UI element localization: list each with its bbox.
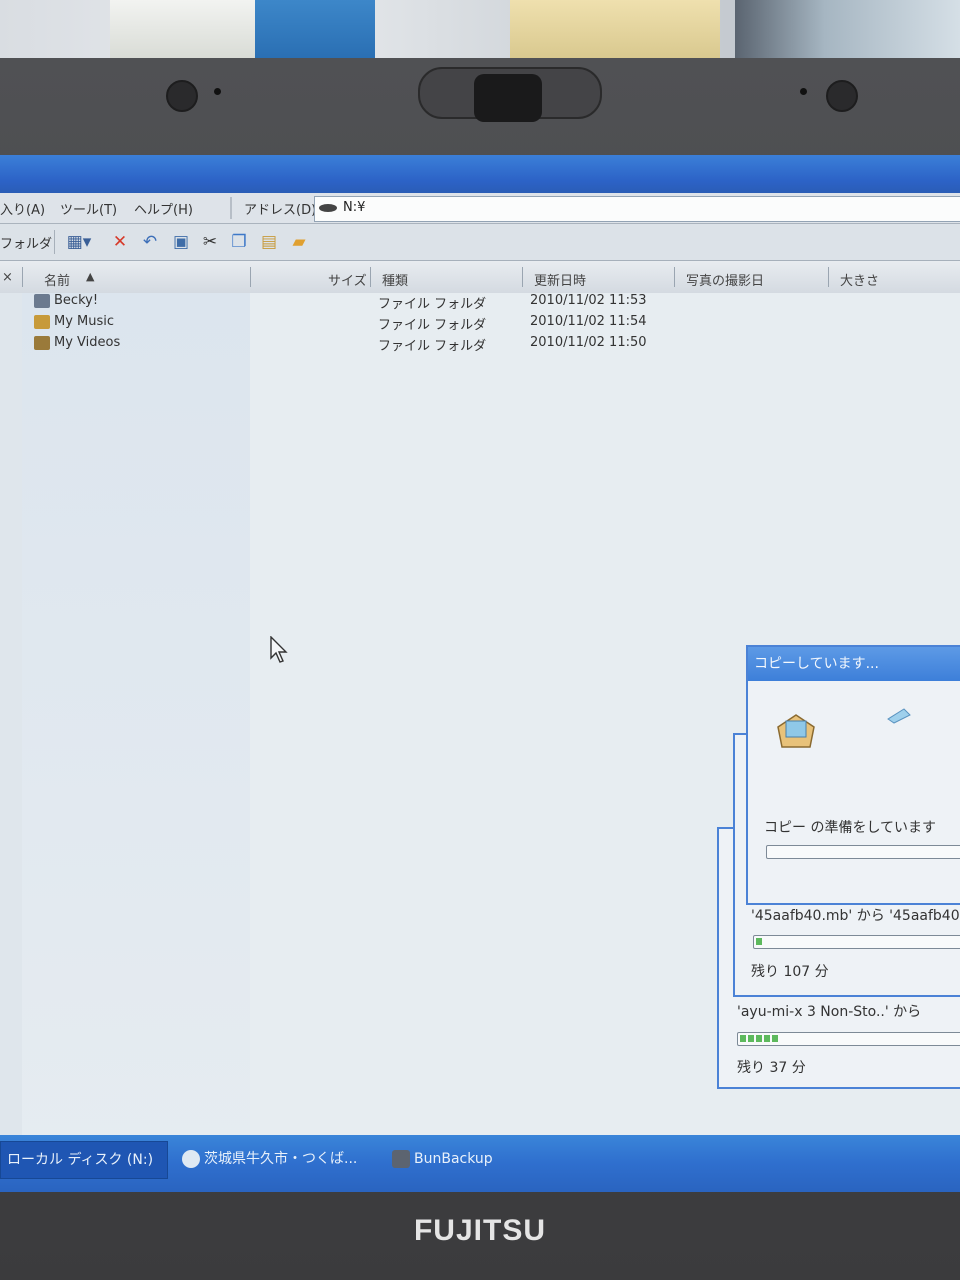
paste-icon[interactable]: ▤: [259, 232, 279, 252]
column-modified[interactable]: 更新日時: [534, 270, 586, 289]
properties-icon[interactable]: ▣: [171, 232, 191, 252]
sort-ascending-icon: ▲: [86, 270, 95, 283]
column-name[interactable]: 名前: [44, 270, 70, 289]
column-photo-date[interactable]: 写真の撮影日: [686, 270, 764, 289]
menu-favorites[interactable]: 入り(A): [0, 199, 45, 218]
file-name: My Videos: [54, 335, 121, 350]
address-value: N:¥: [343, 200, 366, 215]
folder-icon[interactable]: ▰: [289, 232, 309, 252]
webcam: [474, 74, 542, 122]
copy-dialog[interactable]: コピーしています... コピー の準備をしています: [746, 645, 960, 905]
dialog-title: コピーしています...: [748, 647, 960, 681]
background-scene: [0, 0, 960, 60]
bezel-sensor: [826, 80, 858, 112]
column-headers: × 名前 ▲ サイズ 種類 更新日時 写真の撮影日 大きさ: [0, 261, 960, 294]
progress-segment: [756, 938, 762, 945]
folder-icon: [777, 714, 815, 748]
background-books: [735, 0, 960, 58]
background-box: [510, 0, 720, 58]
copy-icon[interactable]: ❐: [229, 232, 249, 252]
file-type: ファイル フォルダ: [378, 297, 487, 312]
column-divider: [522, 267, 523, 287]
list-item[interactable]: My Videos ファイル フォルダ 2010/11/02 11:50: [0, 334, 960, 354]
toolbar: フォルダ ▦▾ ✕ ↶ ▣ ✂ ❐ ▤ ▰: [0, 224, 960, 261]
file-name: My Music: [54, 314, 115, 329]
file-type: ファイル フォルダ: [378, 318, 487, 333]
screen: 入り(A) ツール(T) ヘルプ(H) アドレス(D) N:¥ フォルダ ▦▾ …: [0, 155, 960, 1192]
column-dimensions[interactable]: 大きさ: [840, 270, 879, 289]
flying-document-icon: [887, 708, 911, 724]
file-type: ファイル フォルダ: [378, 339, 487, 354]
toolbar-divider: [54, 230, 55, 254]
cut-icon[interactable]: ✂: [200, 232, 220, 252]
taskbar-item-label: ローカル ディスク (N:): [7, 1152, 154, 1168]
progress-segment: [764, 1035, 770, 1042]
column-size[interactable]: サイズ: [328, 270, 367, 289]
file-modified: 2010/11/02 11:50: [530, 335, 647, 350]
background-box: [110, 0, 260, 58]
column-divider: [828, 267, 829, 287]
taskbar-item-explorer[interactable]: ローカル ディスク (N:): [0, 1141, 168, 1179]
window-titlebar[interactable]: [0, 155, 960, 193]
copy-status: コピー の準備をしています: [764, 820, 937, 836]
column-divider: [370, 267, 371, 287]
copy-file-text: 'ayu-mi-x 3 Non-Sto..' から: [737, 1004, 922, 1020]
taskbar-item-browser[interactable]: 茨城県牛久市・つくば...: [176, 1141, 372, 1177]
remaining-time: 残り 107 分: [751, 964, 829, 980]
browser-icon: [182, 1150, 200, 1168]
progress-segment: [756, 1035, 762, 1042]
column-divider: [22, 267, 23, 287]
copy-progress-bar: [753, 935, 960, 949]
copy-progress-bar: [737, 1032, 960, 1046]
column-type[interactable]: 種類: [382, 270, 408, 289]
copy-file-text: '45aafb40.mb' から '45aafb40.mb': [751, 908, 960, 924]
close-pane-icon[interactable]: ×: [2, 270, 13, 285]
file-name: Becky!: [54, 293, 99, 308]
views-icon[interactable]: ▦▾: [66, 232, 92, 252]
column-divider: [674, 267, 675, 287]
backup-app-icon: [392, 1150, 410, 1168]
copy-progress-bar: [766, 845, 960, 859]
file-modified: 2010/11/02 11:53: [530, 293, 647, 308]
brand-logo: FUJITSU: [413, 1214, 546, 1247]
name-column-highlight: [22, 293, 250, 1192]
taskbar: ローカル ディスク (N:) 茨城県牛久市・つくば... BunBackup: [0, 1135, 960, 1192]
mouse-cursor-icon: [270, 636, 288, 663]
progress-segment: [740, 1035, 746, 1042]
column-divider: [250, 267, 251, 287]
taskbar-item-label: 茨城県牛久市・つくば...: [204, 1151, 358, 1167]
bezel-dot: [214, 88, 221, 95]
becky-folder-icon: [34, 294, 50, 308]
progress-segment: [772, 1035, 778, 1042]
menu-tools[interactable]: ツール(T): [60, 199, 117, 218]
music-folder-icon: [34, 315, 50, 329]
list-item[interactable]: My Music ファイル フォルダ 2010/11/02 11:54: [0, 313, 960, 333]
address-field[interactable]: N:¥: [314, 196, 960, 222]
menu-help[interactable]: ヘルプ(H): [134, 199, 193, 218]
address-divider: [230, 197, 232, 219]
taskbar-item-bunbackup[interactable]: BunBackup: [386, 1141, 572, 1177]
folders-button[interactable]: フォルダ: [0, 233, 52, 252]
folders-pane: [0, 293, 23, 1192]
list-item[interactable]: Becky! ファイル フォルダ 2010/11/02 11:53: [0, 292, 960, 312]
bezel-dot: [800, 88, 807, 95]
taskbar-item-label: BunBackup: [414, 1151, 493, 1167]
remaining-time: 残り 37 分: [737, 1060, 806, 1076]
bezel-sensor: [166, 80, 198, 112]
address-label: アドレス(D): [244, 203, 317, 218]
undo-icon[interactable]: ↶: [140, 232, 160, 252]
drive-icon: [319, 204, 337, 212]
video-folder-icon: [34, 336, 50, 350]
progress-segment: [748, 1035, 754, 1042]
menu-bar: 入り(A) ツール(T) ヘルプ(H) アドレス(D) N:¥: [0, 193, 960, 224]
background-box: [255, 0, 375, 58]
delete-icon[interactable]: ✕: [110, 232, 130, 252]
file-modified: 2010/11/02 11:54: [530, 314, 647, 329]
